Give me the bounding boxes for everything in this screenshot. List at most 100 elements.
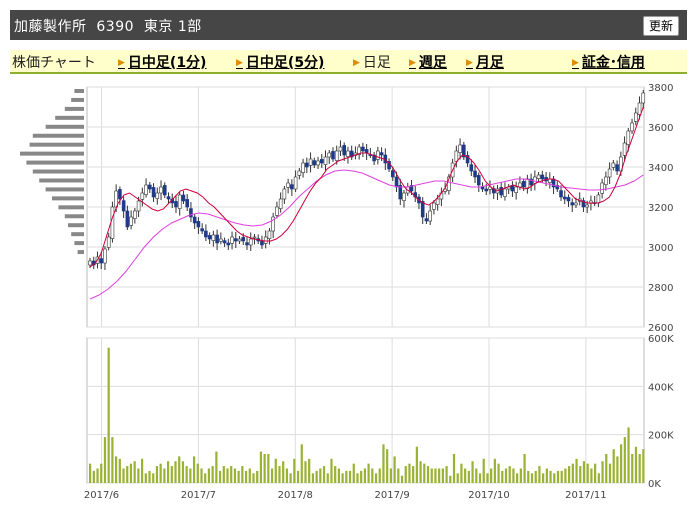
candle-body	[233, 238, 238, 242]
candle-body	[290, 184, 294, 190]
volume-bar	[616, 456, 619, 483]
candle-body	[155, 192, 160, 199]
volume-bar	[423, 463, 426, 483]
volume-bar	[608, 463, 612, 483]
volume-bar	[586, 463, 589, 483]
volume-bar	[579, 466, 582, 483]
candle-body	[514, 186, 518, 193]
volume-bar	[263, 454, 266, 483]
volume-bar	[282, 461, 285, 483]
volume-bar	[126, 466, 129, 483]
stock-chart: 2600 2800 3000 3200 3400 3600 3800 0K 200K 400K 6…	[20, 83, 674, 501]
volume-bar	[360, 470, 363, 483]
volume-bar	[438, 468, 441, 483]
candle-body	[424, 218, 429, 222]
candle-body	[129, 216, 133, 226]
volume-bar	[166, 461, 170, 483]
volume-bar	[594, 463, 597, 483]
volume-profile-bar	[74, 241, 84, 246]
volume-bar	[348, 470, 352, 483]
volume-bar	[267, 454, 270, 483]
volume-bar	[204, 473, 207, 483]
volume-bar	[412, 466, 415, 483]
volume-tick-label: 0K	[648, 479, 661, 490]
candle-body	[316, 160, 320, 166]
volume-bar	[612, 449, 615, 483]
volume-bar	[192, 456, 196, 483]
candle-body	[278, 198, 283, 209]
volume-profile-bar	[71, 232, 84, 237]
volume-bar	[527, 470, 530, 483]
volume-bar	[122, 468, 125, 483]
candle-body	[207, 235, 212, 240]
volume-bar	[174, 461, 177, 483]
candle-body	[319, 159, 324, 164]
volume-bar	[256, 470, 259, 483]
candle-body	[181, 194, 186, 202]
candle-body	[476, 175, 481, 186]
candle-body	[473, 170, 477, 178]
volume-bar	[326, 473, 329, 483]
volume-bar	[367, 463, 370, 483]
candle-body	[574, 202, 578, 206]
volume-bar	[215, 451, 218, 483]
price-tick-label: 3800	[648, 83, 673, 94]
volume-bar	[274, 458, 277, 483]
volume-bar	[638, 454, 641, 483]
candle-body	[562, 196, 567, 200]
volume-bar	[111, 437, 114, 483]
candle-body	[237, 238, 242, 242]
volume-bar	[512, 468, 515, 483]
volume-bar	[542, 473, 545, 483]
candle-body	[630, 122, 634, 132]
volume-bar	[597, 473, 600, 483]
candle-body	[342, 145, 347, 156]
volume-profile-bar	[68, 223, 84, 228]
candle-body	[260, 240, 264, 246]
volume-bar	[222, 466, 225, 483]
candle-body	[521, 181, 526, 188]
volume-bar	[490, 468, 493, 483]
candle-body	[548, 178, 552, 183]
candle-body	[559, 190, 563, 198]
volume-bar	[534, 470, 537, 483]
volume-profile-bar	[45, 124, 84, 129]
candle-body	[166, 196, 171, 200]
volume-bar	[133, 461, 136, 483]
candle-body	[533, 176, 537, 184]
candle-body	[222, 240, 227, 244]
volume-bar	[140, 458, 144, 483]
price-tick-label: 3200	[648, 203, 673, 214]
candle-body	[286, 182, 290, 188]
volume-bar	[590, 468, 593, 483]
candle-body	[622, 142, 627, 156]
price-tick-label: 2800	[648, 283, 673, 294]
volume-bar	[189, 468, 192, 483]
volume-bar	[100, 463, 103, 483]
volume-bar	[352, 463, 355, 483]
volume-tick-label: 200K	[648, 431, 674, 442]
candle-body	[297, 170, 302, 176]
volume-bar	[233, 468, 237, 483]
volume-bar	[178, 456, 181, 483]
volume-profile-bar	[64, 214, 84, 219]
volume-bar	[144, 473, 147, 483]
volume-bar	[289, 473, 292, 483]
volume-bar	[300, 444, 303, 483]
candle-body	[641, 92, 646, 104]
moving-average-long-line	[89, 169, 644, 300]
volume-bar	[601, 461, 604, 483]
candle-body	[615, 164, 619, 172]
candle-body	[196, 221, 201, 228]
volume-bar	[259, 451, 263, 483]
candle-body	[637, 102, 642, 115]
volume-bar	[341, 473, 344, 483]
volume-profile-bar	[20, 151, 84, 156]
candlesticks	[88, 90, 646, 270]
volume-bar	[504, 468, 508, 483]
candle-body	[275, 206, 279, 216]
volume-bar	[304, 461, 307, 483]
candle-body	[200, 228, 204, 232]
candle-body	[525, 178, 530, 189]
date-tick-label: 2017/6	[84, 490, 119, 501]
